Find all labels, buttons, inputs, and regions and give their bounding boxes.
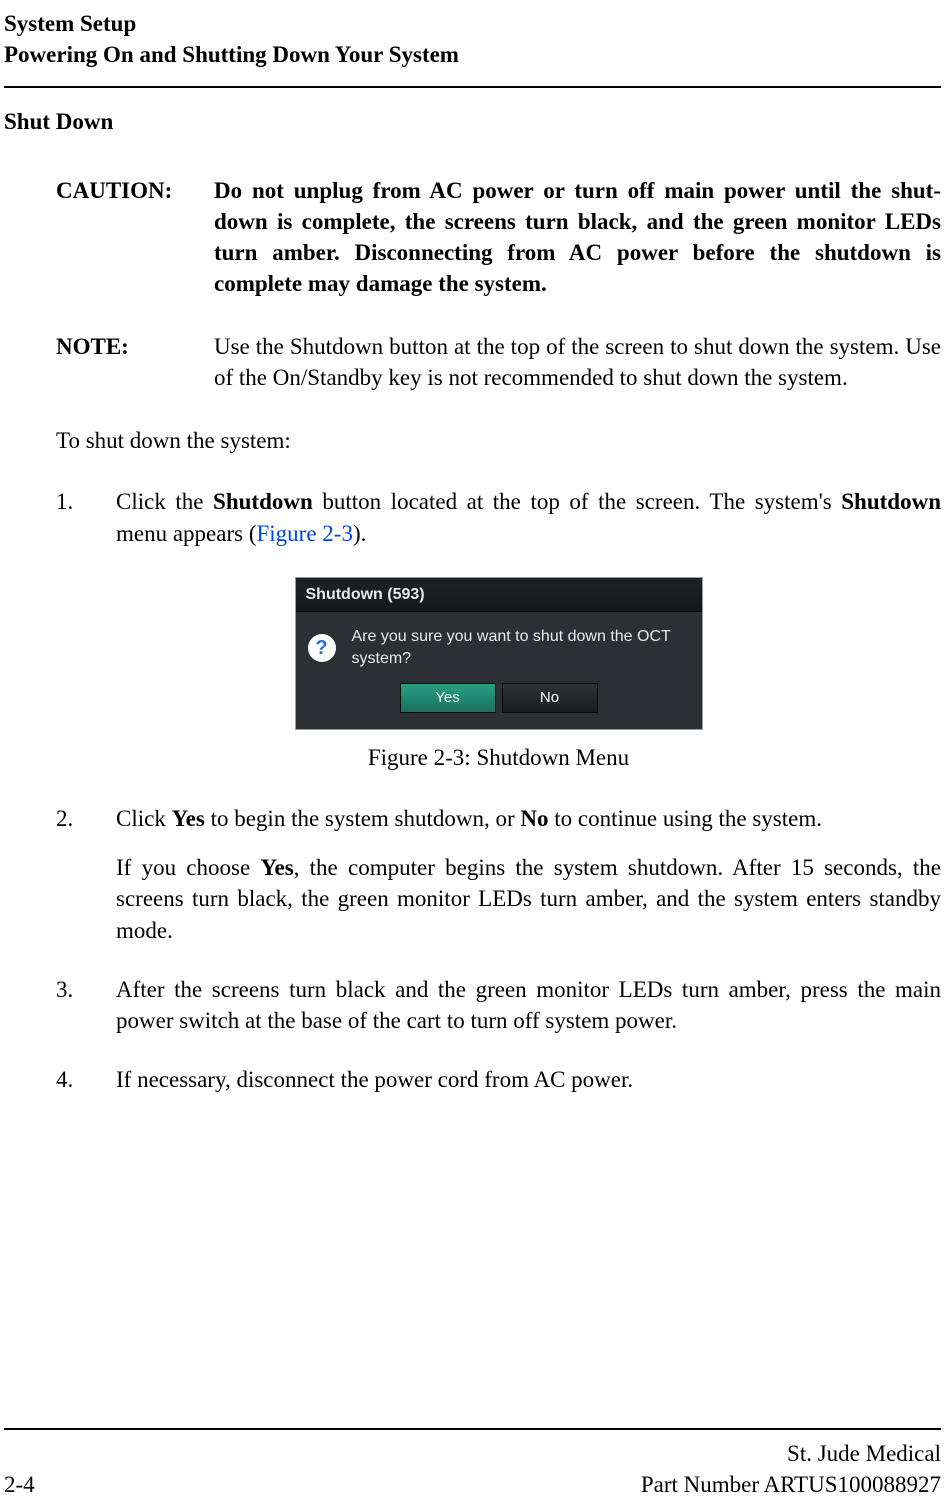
footer-company: St. Jude Medical [641, 1438, 941, 1469]
text: ). [353, 521, 366, 546]
step-3: 3. After the screens turn black and the … [56, 974, 941, 1036]
no-button[interactable]: No [502, 683, 598, 713]
text: Click [116, 806, 172, 831]
step-body: Click the Shutdown button located at the… [116, 486, 941, 548]
step-4: 4. If necessary, disconnect the power co… [56, 1064, 941, 1095]
step-number: 4. [56, 1064, 116, 1095]
dialog-button-row: Yes No [308, 683, 690, 719]
running-header: System Setup Powering On and Shutting Do… [4, 8, 941, 70]
step-body: After the screens turn black and the gre… [116, 974, 941, 1036]
text: Click the [116, 489, 213, 514]
step-number: 3. [56, 974, 116, 1036]
procedure-steps: 1. Click the Shutdown button located at … [56, 486, 941, 548]
dialog-message-row: ? Are you sure you want to shut down the… [308, 626, 690, 669]
header-section: Powering On and Shutting Down Your Syste… [4, 39, 941, 70]
footer-part-number: Part Number ARTUS100088927 [641, 1469, 941, 1500]
caution-body: Do not unplug from AC power or turn off … [214, 175, 941, 299]
header-chapter: System Setup [4, 8, 941, 39]
note-label: NOTE: [56, 331, 214, 393]
bold-yes: Yes [260, 855, 293, 880]
text: menu appears ( [116, 521, 257, 546]
dialog-body: ? Are you sure you want to shut down the… [296, 612, 702, 729]
section-heading-shut-down: Shut Down [4, 106, 941, 137]
figure-caption: Figure 2-3: Shutdown Menu [56, 742, 941, 773]
bold-shutdown: Shutdown [841, 489, 941, 514]
header-rule [4, 86, 941, 88]
step-2-paragraph-2: If you choose Yes, the computer begins t… [116, 852, 941, 945]
procedure-steps-continued: 2. Click Yes to begin the system shutdow… [56, 803, 941, 1094]
shutdown-dialog: Shutdown (593) ? Are you sure you want t… [295, 577, 703, 731]
bold-shutdown: Shutdown [213, 489, 313, 514]
text: If you choose [116, 855, 260, 880]
help-icon: ? [308, 634, 336, 662]
step-number: 2. [56, 803, 116, 945]
note-body: Use the Shutdown button at the top of th… [214, 331, 941, 393]
step-2: 2. Click Yes to begin the system shutdow… [56, 803, 941, 945]
caution-label: CAUTION: [56, 175, 214, 299]
text: to continue using the system. [549, 806, 822, 831]
note-block: NOTE: Use the Shutdown button at the top… [56, 331, 941, 393]
page-number: 2-4 [4, 1469, 35, 1500]
bold-yes: Yes [172, 806, 205, 831]
figure-crossref-link[interactable]: Figure 2-3 [257, 521, 353, 546]
footer-rule [4, 1428, 941, 1430]
procedure-intro: To shut down the system: [56, 425, 941, 456]
page-footer: 2-4 St. Jude Medical Part Number ARTUS10… [4, 1422, 941, 1500]
dialog-message: Are you sure you want to shut down the O… [352, 626, 690, 669]
figure-2-3: Shutdown (593) ? Are you sure you want t… [56, 577, 941, 731]
caution-block: CAUTION: Do not unplug from AC power or … [56, 175, 941, 299]
step-1: 1. Click the Shutdown button located at … [56, 486, 941, 548]
step-body: Click Yes to begin the system shutdown, … [116, 803, 941, 945]
question-mark-glyph: ? [315, 638, 327, 658]
yes-button[interactable]: Yes [400, 683, 496, 713]
bold-no: No [520, 806, 548, 831]
dialog-titlebar: Shutdown (593) [296, 578, 702, 613]
text: button located at the top of the screen.… [313, 489, 841, 514]
text: to begin the system shutdown, or [205, 806, 521, 831]
step-body: If necessary, disconnect the power cord … [116, 1064, 941, 1095]
step-number: 1. [56, 486, 116, 548]
